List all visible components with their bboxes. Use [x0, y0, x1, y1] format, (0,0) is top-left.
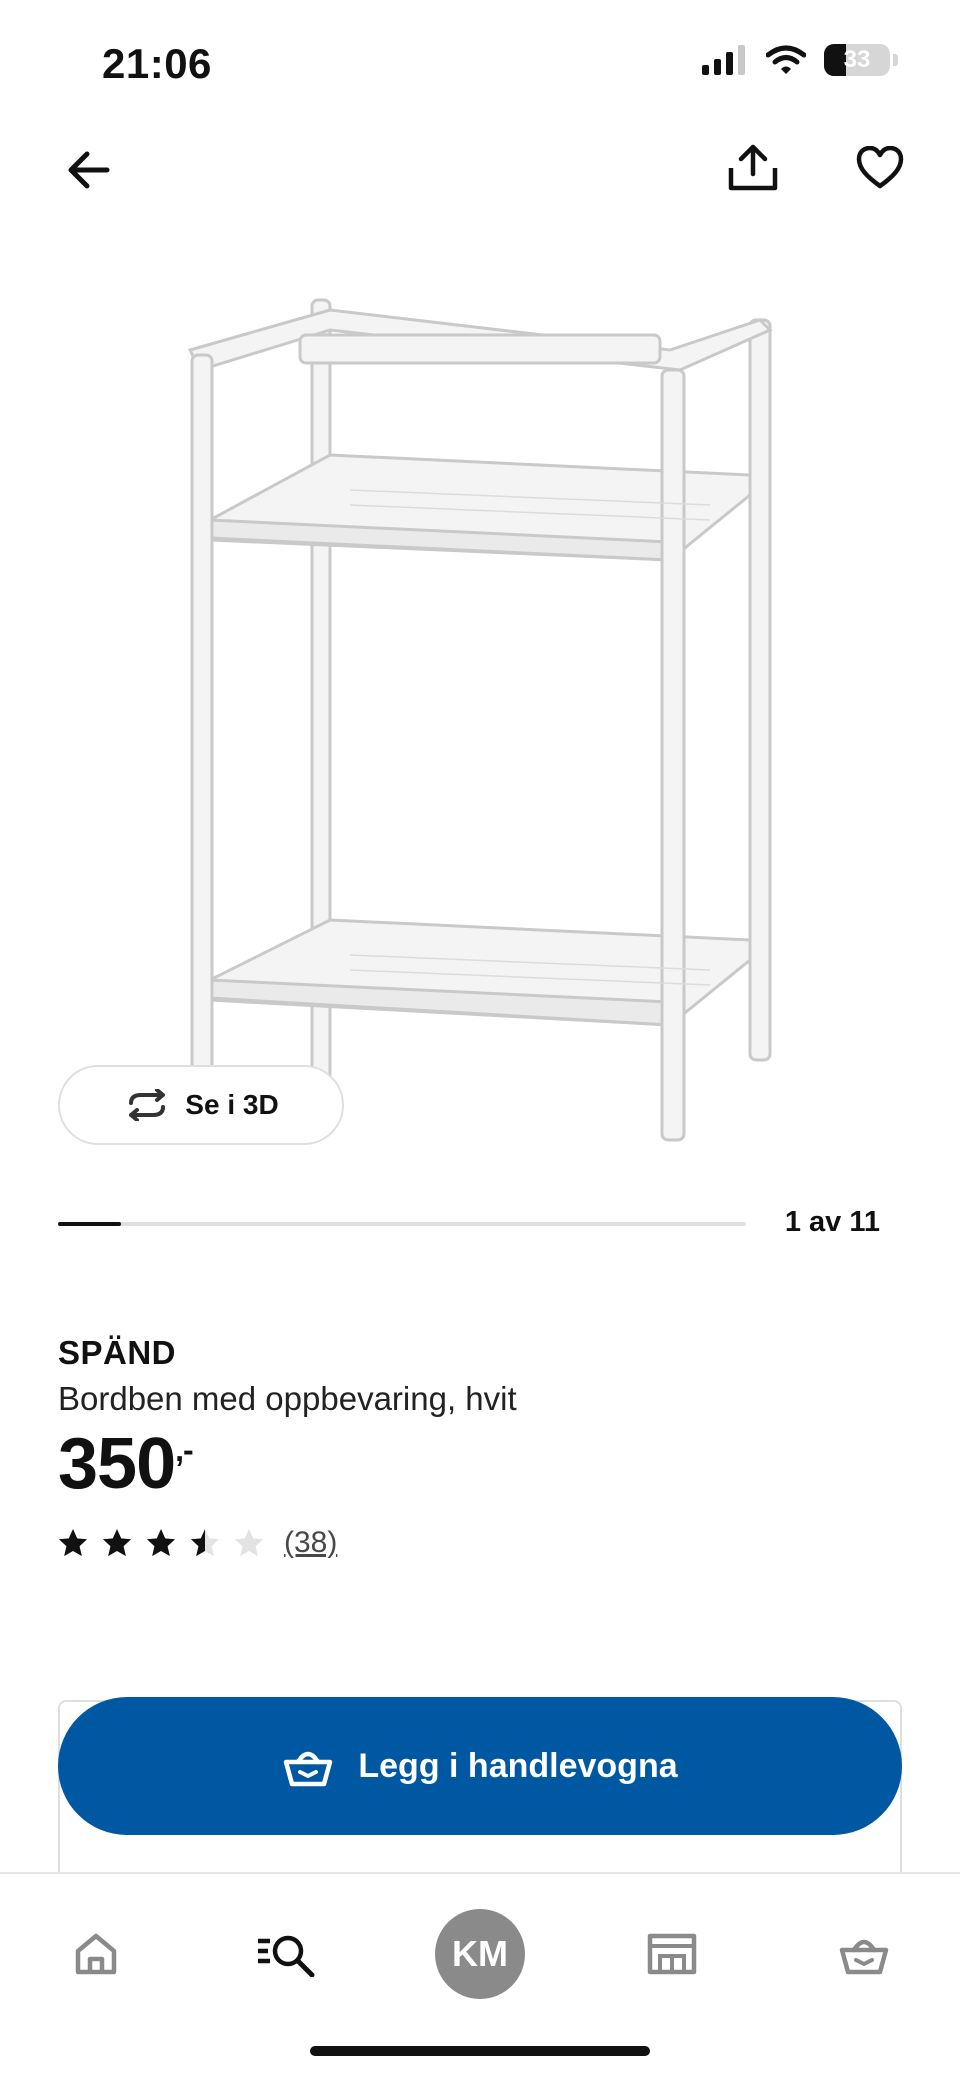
product-brand: SPÄND	[58, 1334, 177, 1371]
price-value: 350	[58, 1424, 176, 1504]
avatar: KM	[435, 1909, 525, 1999]
tab-search[interactable]	[236, 1904, 336, 2004]
rating-stars	[58, 1528, 264, 1558]
status-icons: 33	[702, 44, 898, 76]
favorite-button[interactable]	[840, 128, 920, 208]
battery-level: 33	[843, 46, 871, 73]
status-bar: 21:06 33	[0, 0, 960, 120]
star-icon	[146, 1528, 176, 1557]
product-rating[interactable]: (38)	[58, 1526, 337, 1560]
gallery-progress-fill	[58, 1222, 121, 1226]
bottom-tab-bar: KM	[0, 1872, 960, 2078]
rotate-3d-icon	[129, 1089, 166, 1121]
star-icon	[102, 1528, 132, 1557]
star-icon	[234, 1528, 264, 1557]
see-in-3d-button[interactable]: Se i 3D	[58, 1065, 344, 1145]
battery-icon: 33	[824, 44, 898, 76]
tab-stores[interactable]	[622, 1904, 722, 2004]
gallery-progress-track	[58, 1222, 746, 1226]
signal-icon	[702, 45, 745, 75]
star-icon	[58, 1528, 88, 1557]
tab-home[interactable]	[46, 1904, 146, 2004]
share-button[interactable]	[713, 128, 793, 208]
add-to-cart-label: Legg i handlevogna	[358, 1746, 678, 1785]
add-to-cart-button[interactable]: Legg i handlevogna	[58, 1697, 902, 1835]
home-indicator	[310, 2046, 650, 2056]
share-icon	[728, 144, 778, 191]
product-image[interactable]	[150, 280, 810, 1160]
review-count-link[interactable]: (38)	[284, 1526, 337, 1560]
wifi-icon	[766, 45, 806, 74]
tab-profile[interactable]: KM	[430, 1904, 530, 2004]
back-button[interactable]	[48, 130, 128, 210]
basket-icon	[839, 1939, 889, 1975]
search-icon	[258, 1935, 315, 1977]
arrow-left-icon	[68, 151, 110, 189]
product-description: Bordben med oppbevaring, hvit	[58, 1380, 517, 1417]
see-in-3d-label: Se i 3D	[185, 1089, 279, 1120]
cart-icon	[284, 1751, 333, 1787]
price-suffix: ,-	[175, 1432, 194, 1468]
product-price: 350,-	[58, 1428, 194, 1500]
heart-icon	[856, 146, 904, 189]
home-icon	[75, 1933, 117, 1975]
tab-cart[interactable]	[814, 1904, 914, 2004]
star-icon	[190, 1528, 220, 1557]
store-icon	[647, 1933, 697, 1975]
gallery-counter: 1 av 11	[784, 1206, 880, 1238]
status-time: 21:06	[102, 40, 212, 87]
